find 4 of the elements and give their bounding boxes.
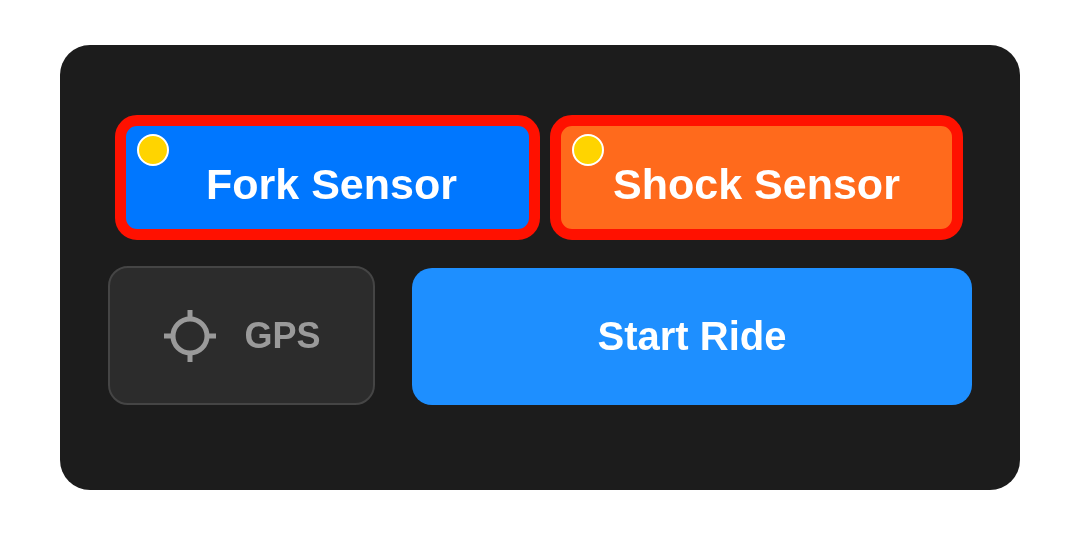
start-ride-button[interactable]: Start Ride: [412, 268, 972, 405]
sensor-button[interactable]: Shock Sensor: [550, 115, 963, 240]
crosshair-icon: [162, 307, 219, 364]
sensor-button[interactable]: Fork Sensor: [115, 115, 540, 240]
